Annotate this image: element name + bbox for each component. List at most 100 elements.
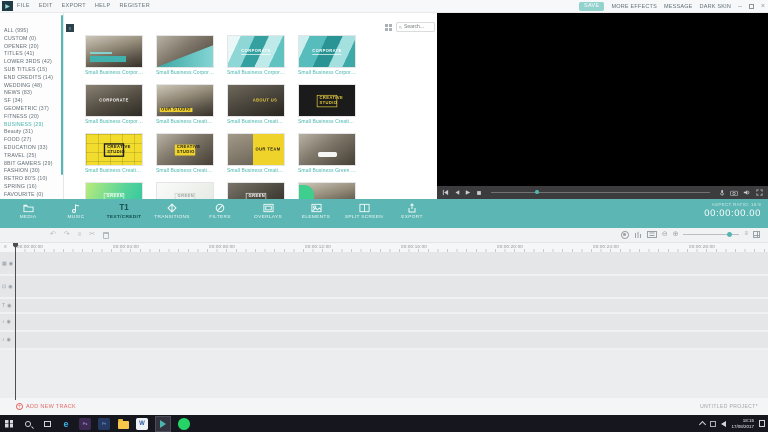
- template-thumbnail[interactable]: CREATIVE STUDIO: [85, 133, 143, 166]
- seek-slider[interactable]: [491, 192, 710, 193]
- tab-export[interactable]: EXPORT: [388, 199, 436, 220]
- task-view-button[interactable]: [41, 418, 53, 430]
- sidebar-item-education[interactable]: EDUCATION (33): [4, 145, 63, 153]
- sidebar-item-sf[interactable]: SF (34): [4, 98, 63, 106]
- save-button[interactable]: SAVE: [579, 2, 604, 11]
- sidebar-item-business[interactable]: BUSINESS (29): [4, 122, 63, 130]
- timeline-zoom-slider[interactable]: [683, 234, 739, 235]
- premiere-icon[interactable]: Pr: [98, 418, 110, 430]
- edge-icon[interactable]: e: [60, 418, 72, 430]
- stop-icon[interactable]: [476, 190, 482, 196]
- eye-icon[interactable]: ◉: [8, 284, 12, 290]
- zoom-in-icon[interactable]: ⊕: [673, 230, 679, 239]
- maximize-button[interactable]: [749, 4, 754, 9]
- sidebar-item-fashion[interactable]: FASHION (30): [4, 168, 63, 176]
- grid-view-icon[interactable]: [385, 24, 392, 31]
- template-thumbnail[interactable]: CORPORATE: [298, 35, 356, 68]
- sidebar-item-end-credits[interactable]: END CREDITS (14): [4, 75, 63, 83]
- action-center-icon[interactable]: [759, 420, 765, 427]
- undo-icon[interactable]: ↶: [50, 230, 56, 240]
- step-back-icon[interactable]: [454, 189, 460, 196]
- close-button[interactable]: ×: [761, 2, 765, 11]
- template-thumbnail[interactable]: OUR STUDIO: [156, 84, 214, 117]
- snapshot-icon[interactable]: [730, 190, 738, 196]
- record-icon[interactable]: [621, 231, 629, 239]
- skip-start-icon[interactable]: [442, 189, 449, 196]
- mixer-icon[interactable]: [634, 231, 642, 239]
- tray-chevron-icon[interactable]: [699, 421, 706, 428]
- template-thumbnail[interactable]: CREATIVE STUDIO: [298, 84, 356, 117]
- text-track[interactable]: T◉: [0, 299, 768, 312]
- timeline-view-icon[interactable]: [753, 231, 760, 238]
- template-thumbnail[interactable]: [156, 35, 214, 68]
- zoom-slider-handle[interactable]: [727, 232, 732, 237]
- menu-edit[interactable]: EDIT: [39, 3, 53, 9]
- music-track[interactable]: ♪◉: [0, 314, 768, 330]
- sidebar-scrollbar[interactable]: [61, 15, 63, 175]
- template-thumbnail[interactable]: [298, 182, 356, 199]
- template-thumbnail[interactable]: GREEN ENERGY: [227, 182, 285, 199]
- sidebar-item-custom[interactable]: CUSTOM (0): [4, 36, 63, 44]
- template-thumbnail[interactable]: ABOUT US: [227, 84, 285, 117]
- template-thumbnail[interactable]: CORPORATE: [227, 35, 285, 68]
- start-button[interactable]: [3, 418, 15, 430]
- tab-filters[interactable]: FILTERS: [196, 199, 244, 220]
- sidebar-item-favourite[interactable]: FAVOURITE (0): [4, 192, 63, 199]
- playhead[interactable]: [15, 243, 16, 400]
- message-button[interactable]: MESSAGE: [664, 4, 693, 10]
- mute-icon[interactable]: ◉: [7, 337, 11, 343]
- menu-register[interactable]: REGISTER: [119, 3, 150, 9]
- photoshop-icon[interactable]: Ps: [79, 418, 91, 430]
- template-thumbnail[interactable]: GREEN ENERGY: [156, 182, 214, 199]
- taskbar-clock[interactable]: 18:15 17/08/2017: [731, 418, 754, 429]
- menu-file[interactable]: FILE: [17, 3, 30, 9]
- sidebar-item-travel[interactable]: TRAVEL (25): [4, 153, 63, 161]
- sidebar-item-sub-titles[interactable]: SUB TITLES (15): [4, 67, 63, 75]
- dark-skin-toggle[interactable]: DARK SKIN: [700, 4, 731, 10]
- sidebar-item-lower-3rds[interactable]: LOWER 3RDS (42): [4, 59, 63, 67]
- sidebar-item-opener[interactable]: OPENER (20): [4, 44, 63, 52]
- tab-overlays[interactable]: OVERLAYS: [244, 199, 292, 220]
- template-thumbnail[interactable]: GREEN ENERGY: [85, 182, 143, 199]
- search-input[interactable]: [404, 24, 432, 30]
- zoom-out-icon[interactable]: ⊖: [662, 230, 668, 239]
- taskbar-search-button[interactable]: [22, 418, 34, 430]
- fullscreen-icon[interactable]: [756, 189, 763, 196]
- seek-handle[interactable]: [535, 190, 539, 194]
- template-thumbnail[interactable]: OUR TEAM: [227, 133, 285, 166]
- tray-status-icon[interactable]: [710, 421, 716, 427]
- menu-help[interactable]: HELP: [95, 3, 111, 9]
- sidebar-item-fitness[interactable]: FITNESS (20): [4, 114, 63, 122]
- collapse-panel-button[interactable]: ≡: [66, 24, 74, 32]
- menu-export[interactable]: EXPORT: [62, 3, 86, 9]
- word-icon[interactable]: W: [136, 418, 148, 430]
- whatsapp-icon[interactable]: [178, 418, 190, 430]
- template-thumbnail[interactable]: CORPORATE: [85, 84, 143, 117]
- sidebar-item-titles[interactable]: TITLES (41): [4, 51, 63, 59]
- tab-music[interactable]: MUSIC: [52, 199, 100, 220]
- volume-icon[interactable]: [743, 189, 751, 196]
- sidebar-item-spring[interactable]: SPRING (16): [4, 184, 63, 192]
- sidebar-item-news[interactable]: NEWS (83): [4, 90, 63, 98]
- more-effects-button[interactable]: MORE EFFECTS: [611, 4, 656, 10]
- track-size-icon[interactable]: ≡: [744, 230, 748, 239]
- timeline-empty-area[interactable]: [0, 350, 768, 398]
- filmora-taskbar-icon[interactable]: [155, 416, 171, 432]
- file-explorer-icon[interactable]: [117, 418, 129, 430]
- video-track[interactable]: ▦◉: [0, 253, 768, 274]
- play-icon[interactable]: [465, 189, 471, 196]
- template-thumbnail[interactable]: [85, 35, 143, 68]
- sidebar-item-all[interactable]: ALL (995): [4, 28, 63, 36]
- detach-icon[interactable]: ≡: [78, 230, 82, 240]
- sidebar-item-wedding[interactable]: WEDDING (48): [4, 83, 63, 91]
- sidebar-item-8bit-gamers[interactable]: 8BIT GAMERS (29): [4, 161, 63, 169]
- tab-transitions[interactable]: TRANSITIONS: [148, 199, 196, 220]
- eye-icon[interactable]: ◉: [7, 303, 11, 309]
- redo-icon[interactable]: ↷: [64, 230, 70, 240]
- tray-volume-icon[interactable]: [721, 421, 726, 427]
- tab-elements[interactable]: ELEMENTS: [292, 199, 340, 220]
- pip-track[interactable]: ⊡◉: [0, 276, 768, 297]
- sidebar-item-food[interactable]: FOOD (27): [4, 137, 63, 145]
- delete-icon[interactable]: [103, 232, 109, 239]
- mic-icon[interactable]: [719, 189, 725, 197]
